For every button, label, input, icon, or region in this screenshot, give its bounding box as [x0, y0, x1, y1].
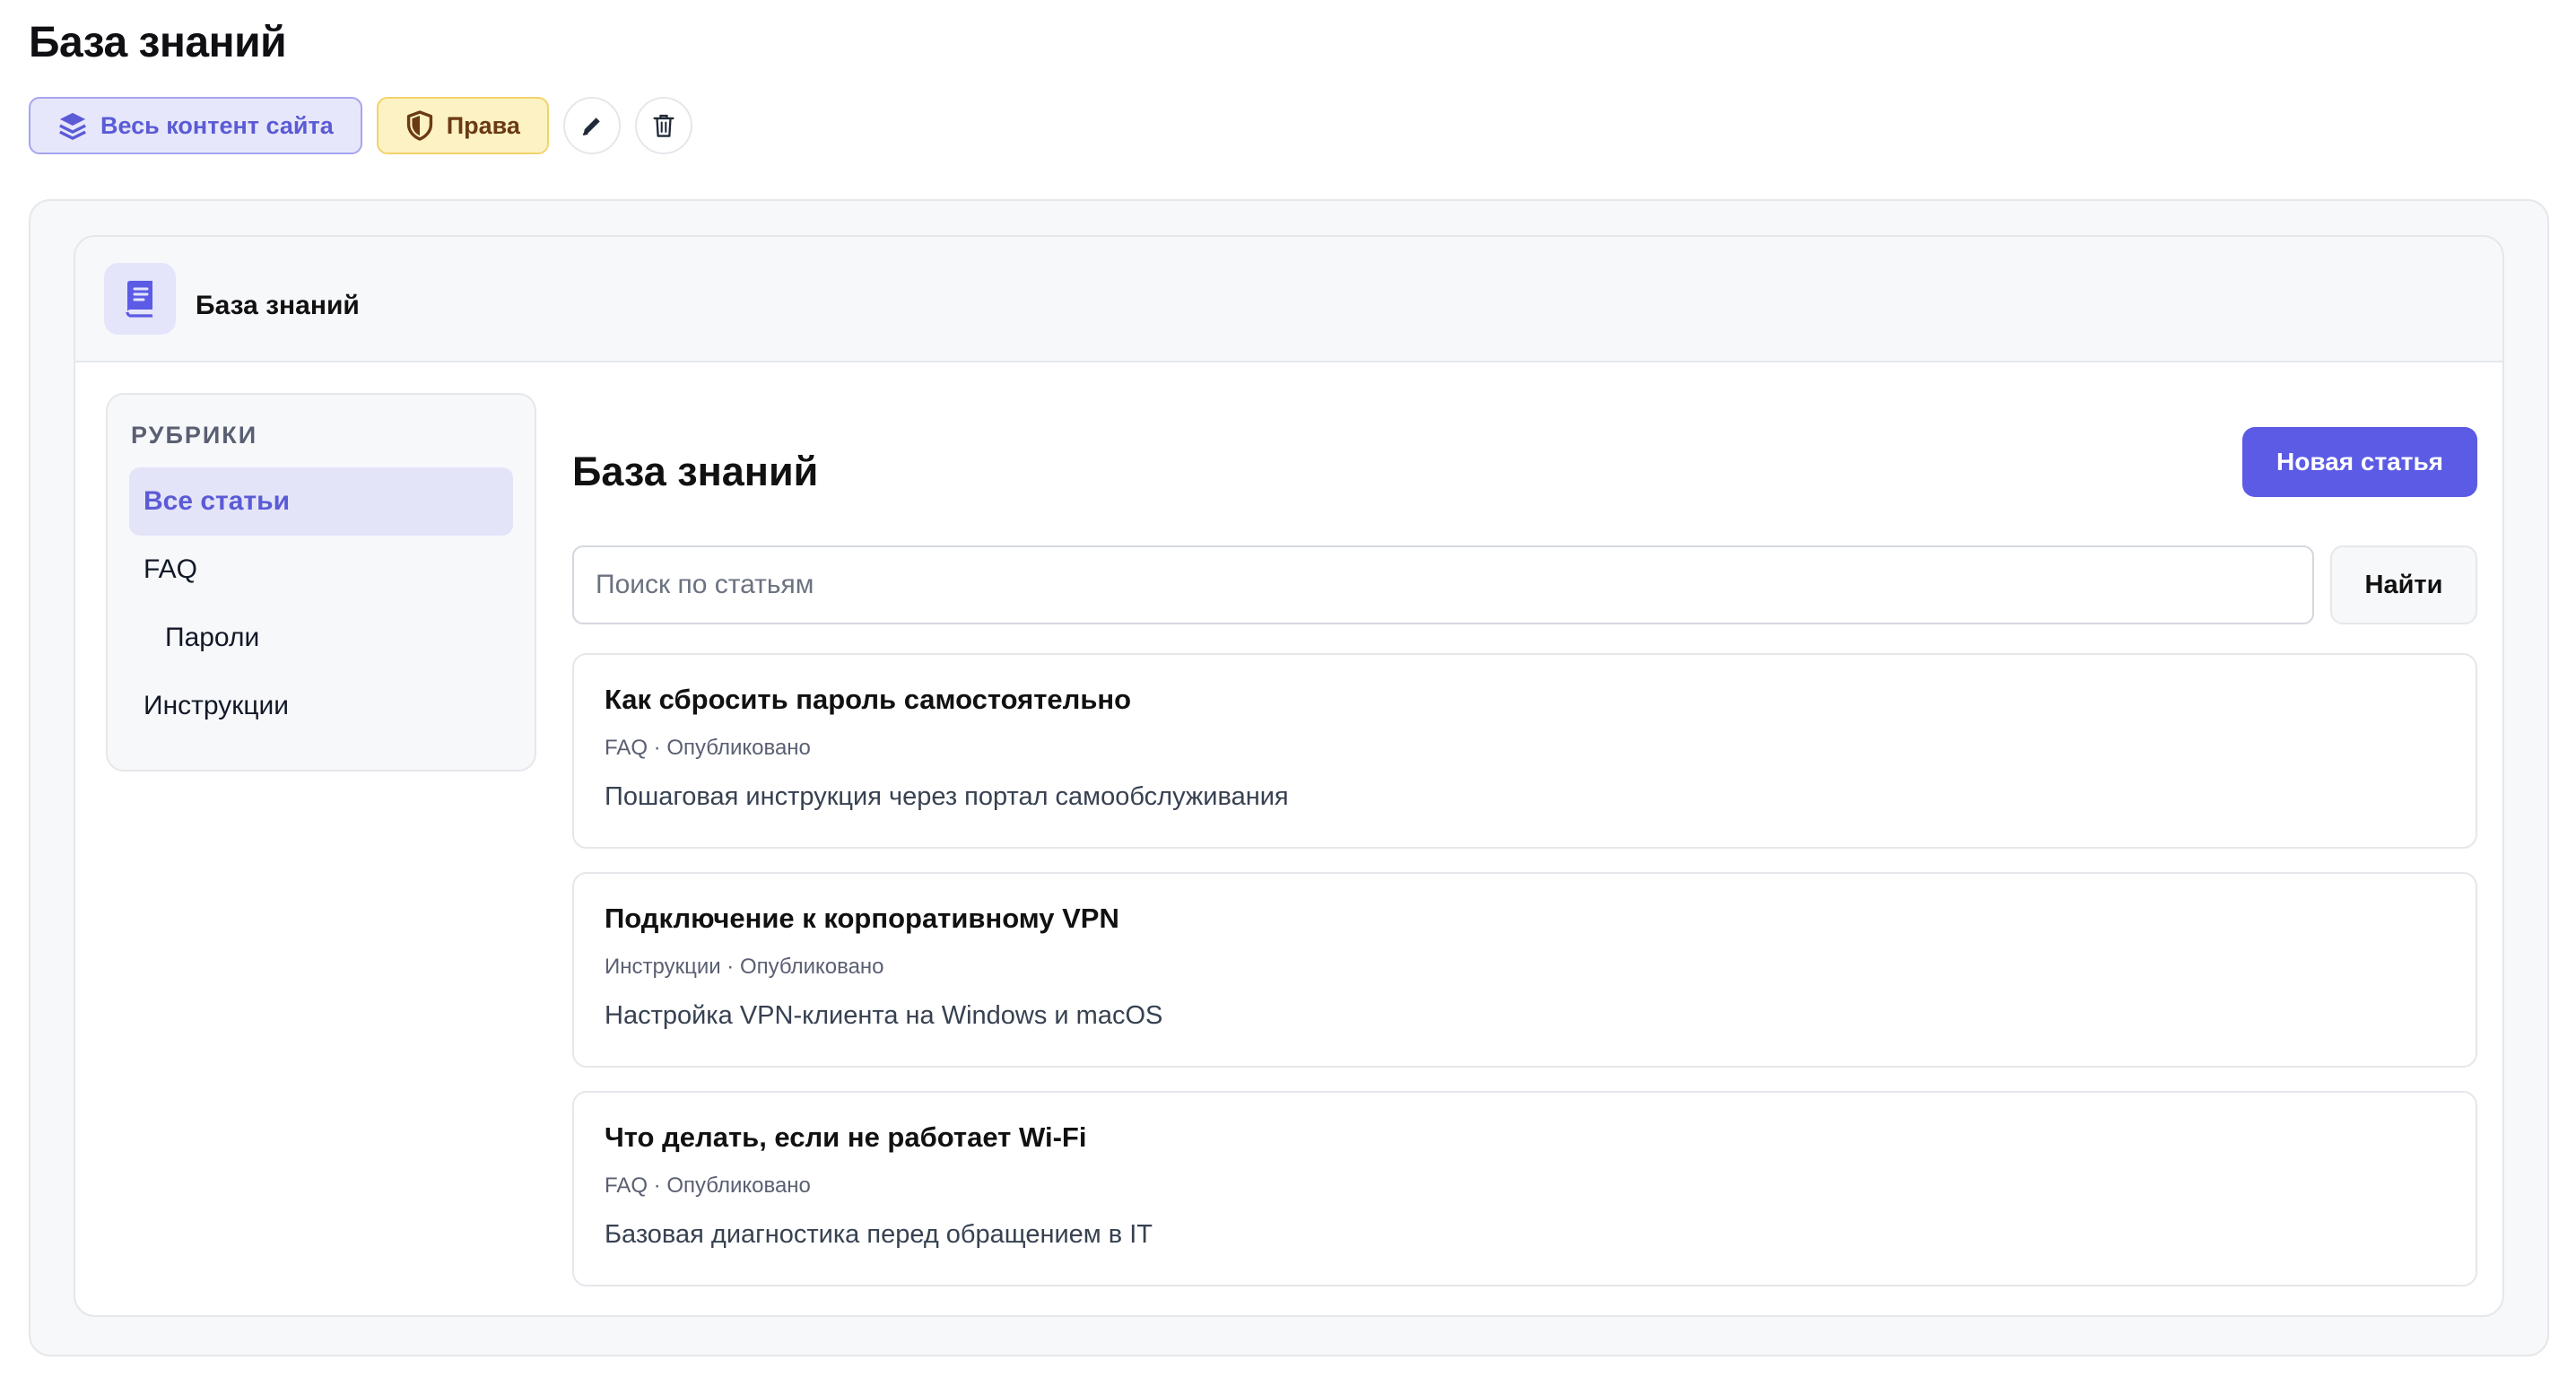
article-title[interactable]: Как сбросить пароль самостоятельно	[605, 684, 2445, 716]
sidebar-item-all-articles[interactable]: Все статьи	[129, 467, 513, 536]
article-card[interactable]: Что делать, если не работает Wi-Fi FAQ ·…	[572, 1091, 2477, 1286]
edit-button[interactable]	[562, 97, 621, 154]
articles-list: Как сбросить пароль самостоятельно FAQ ·…	[572, 653, 2477, 1310]
page-title: База знаний	[29, 19, 287, 66]
articles-main: База знаний Новая статья Найти Как сброс…	[572, 393, 2477, 1286]
article-description: Настройка VPN-клиента на Windows и macOS	[605, 1001, 1163, 1030]
trash-icon	[653, 114, 674, 137]
sidebar-item-label: Инструкции	[144, 691, 290, 720]
article-title[interactable]: Что делать, если не работает Wi-Fi	[605, 1121, 2445, 1154]
sidebar-item-label: Пароли	[165, 623, 260, 652]
main-header: База знаний Новая статья	[572, 393, 2477, 501]
article-card[interactable]: Подключение к корпоративному VPN Инструк…	[572, 872, 2477, 1068]
all-site-content-button[interactable]: Весь контент сайта	[29, 97, 362, 154]
article-title[interactable]: Подключение к корпоративному VPN	[605, 903, 2445, 935]
sidebar-item-passwords[interactable]: Пароли	[129, 604, 513, 672]
article-meta: FAQ · Опубликовано	[605, 1173, 811, 1198]
sidebar-item-instructions[interactable]: Инструкции	[129, 672, 513, 740]
new-article-button[interactable]: Новая статья	[2242, 427, 2477, 497]
rights-label: Права	[446, 111, 520, 139]
search-input[interactable]	[572, 545, 2314, 624]
article-meta: Инструкции · Опубликовано	[605, 955, 884, 979]
sidebar-item-faq[interactable]: FAQ	[129, 536, 513, 604]
search-button[interactable]: Найти	[2330, 545, 2477, 624]
widget-title: База знаний	[196, 291, 360, 320]
categories-sidebar: РУБРИКИ Все статьи FAQ Пароли Инструкции	[106, 393, 536, 772]
sidebar-heading: РУБРИКИ	[131, 422, 258, 449]
sidebar-item-label: FAQ	[144, 554, 198, 584]
pencil-icon	[582, 118, 600, 136]
toolbar: Весь контент сайта Права	[29, 97, 692, 154]
all-site-content-label: Весь контент сайта	[100, 111, 334, 139]
article-description: Пошаговая инструкция через портал самооб…	[605, 782, 1289, 811]
knowledge-base-widget: База знаний РУБРИКИ Все статьи FAQ Парол…	[74, 235, 2504, 1317]
rights-button[interactable]: Права	[376, 97, 549, 154]
sidebar-item-label: Все статьи	[144, 486, 291, 516]
widget-header: База знаний	[75, 237, 2502, 362]
article-description: Базовая диагностика перед обращением в I…	[605, 1220, 1153, 1249]
book-icon	[104, 263, 176, 335]
main-title: База знаний	[572, 449, 819, 494]
shield-icon	[406, 110, 432, 141]
article-card[interactable]: Как сбросить пароль самостоятельно FAQ ·…	[572, 653, 2477, 849]
search-row: Найти	[572, 545, 2477, 624]
delete-button[interactable]	[634, 97, 692, 154]
layers-icon	[59, 112, 86, 140]
article-meta: FAQ · Опубликовано	[605, 736, 811, 760]
